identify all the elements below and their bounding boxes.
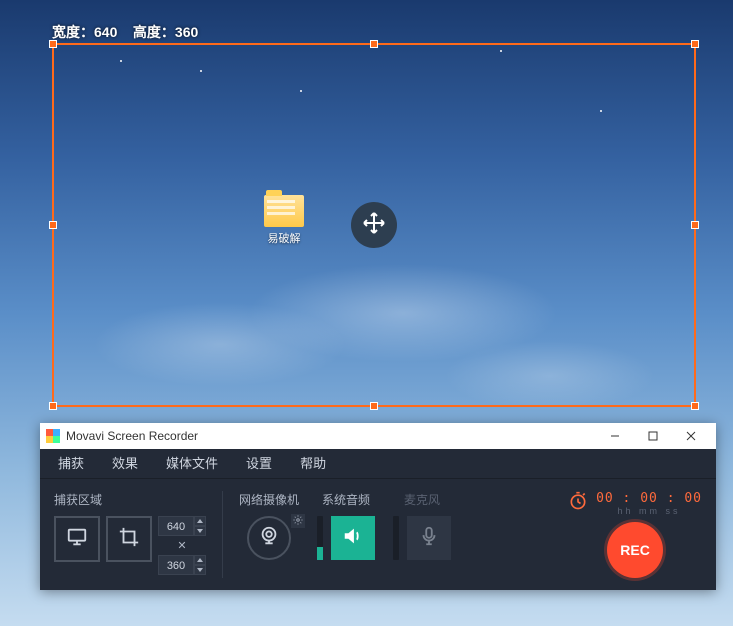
resize-handle-tl[interactable] [49,40,57,48]
resize-handle-tr[interactable] [691,40,699,48]
system-audio-label: 系统音频 [322,491,370,508]
menu-media[interactable]: 媒体文件 [152,449,232,479]
microphone-toggle[interactable] [407,516,451,560]
webcam-icon [258,525,280,552]
menu-capture[interactable]: 捕获 [44,449,98,479]
width-input[interactable]: 640 [158,516,194,536]
menu-help[interactable]: 帮助 [286,449,340,479]
capture-area-label: 捕获区域 [54,491,206,508]
webcam-settings-button[interactable] [291,514,305,528]
resize-handle-bc[interactable] [370,402,378,410]
resize-handle-bl[interactable] [49,402,57,410]
desktop-folder[interactable]: 易破解 [264,195,304,246]
dimensions-display: 宽度：640 高度：360 [52,22,198,42]
height-down[interactable] [194,565,206,575]
control-panel: 捕获区域 [40,479,716,590]
dimension-separator: ✕ [177,539,186,552]
record-button[interactable]: REC [607,522,663,578]
resize-handle-tc[interactable] [370,40,378,48]
minimize-button[interactable] [596,423,634,449]
record-label: REC [620,542,650,558]
timer-units: hh mm ss [596,506,702,516]
capture-frame[interactable]: 易破解 [52,43,696,407]
crop-button[interactable] [106,516,152,562]
window-title: Movavi Screen Recorder [66,429,596,443]
height-input[interactable]: 360 [158,555,194,575]
webcam-label: 网络摄像机 [239,491,299,508]
speaker-icon [342,525,364,552]
timer-display: 00 : 00 : 00 [596,491,702,506]
width-up[interactable] [194,516,206,526]
folder-icon [264,195,304,227]
webcam-toggle[interactable] [247,516,291,560]
resize-handle-br[interactable] [691,402,699,410]
capture-area-section: 捕获区域 [54,491,206,575]
app-icon [46,429,60,443]
microphone-icon [418,525,440,552]
menu-effects[interactable]: 效果 [98,449,152,479]
monitor-icon [66,526,88,553]
system-audio-section: 系统音频 [317,491,375,560]
system-audio-level[interactable] [317,516,323,560]
titlebar[interactable]: Movavi Screen Recorder [40,423,716,449]
crop-icon [118,526,140,553]
close-button[interactable] [672,423,710,449]
microphone-section: 麦克风 [393,491,451,560]
app-window: Movavi Screen Recorder 捕获 效果 媒体文件 设置 帮助 … [40,423,716,590]
clock-icon[interactable] [568,491,588,516]
gear-icon [293,512,303,530]
menu-settings[interactable]: 设置 [232,449,286,479]
system-audio-toggle[interactable] [331,516,375,560]
menubar: 捕获 效果 媒体文件 设置 帮助 [40,449,716,479]
maximize-button[interactable] [634,423,672,449]
folder-label: 易破解 [264,230,304,246]
resize-handle-mr[interactable] [691,221,699,229]
mic-level[interactable] [393,516,399,560]
move-frame-button[interactable] [351,202,397,248]
webcam-section: 网络摄像机 [239,491,299,560]
width-down[interactable] [194,526,206,536]
record-section: 00 : 00 : 00 hh mm ss REC [568,491,702,578]
height-up[interactable] [194,555,206,565]
resize-handle-ml[interactable] [49,221,57,229]
fullscreen-button[interactable] [54,516,100,562]
move-icon [362,211,386,240]
microphone-label: 麦克风 [404,491,440,508]
